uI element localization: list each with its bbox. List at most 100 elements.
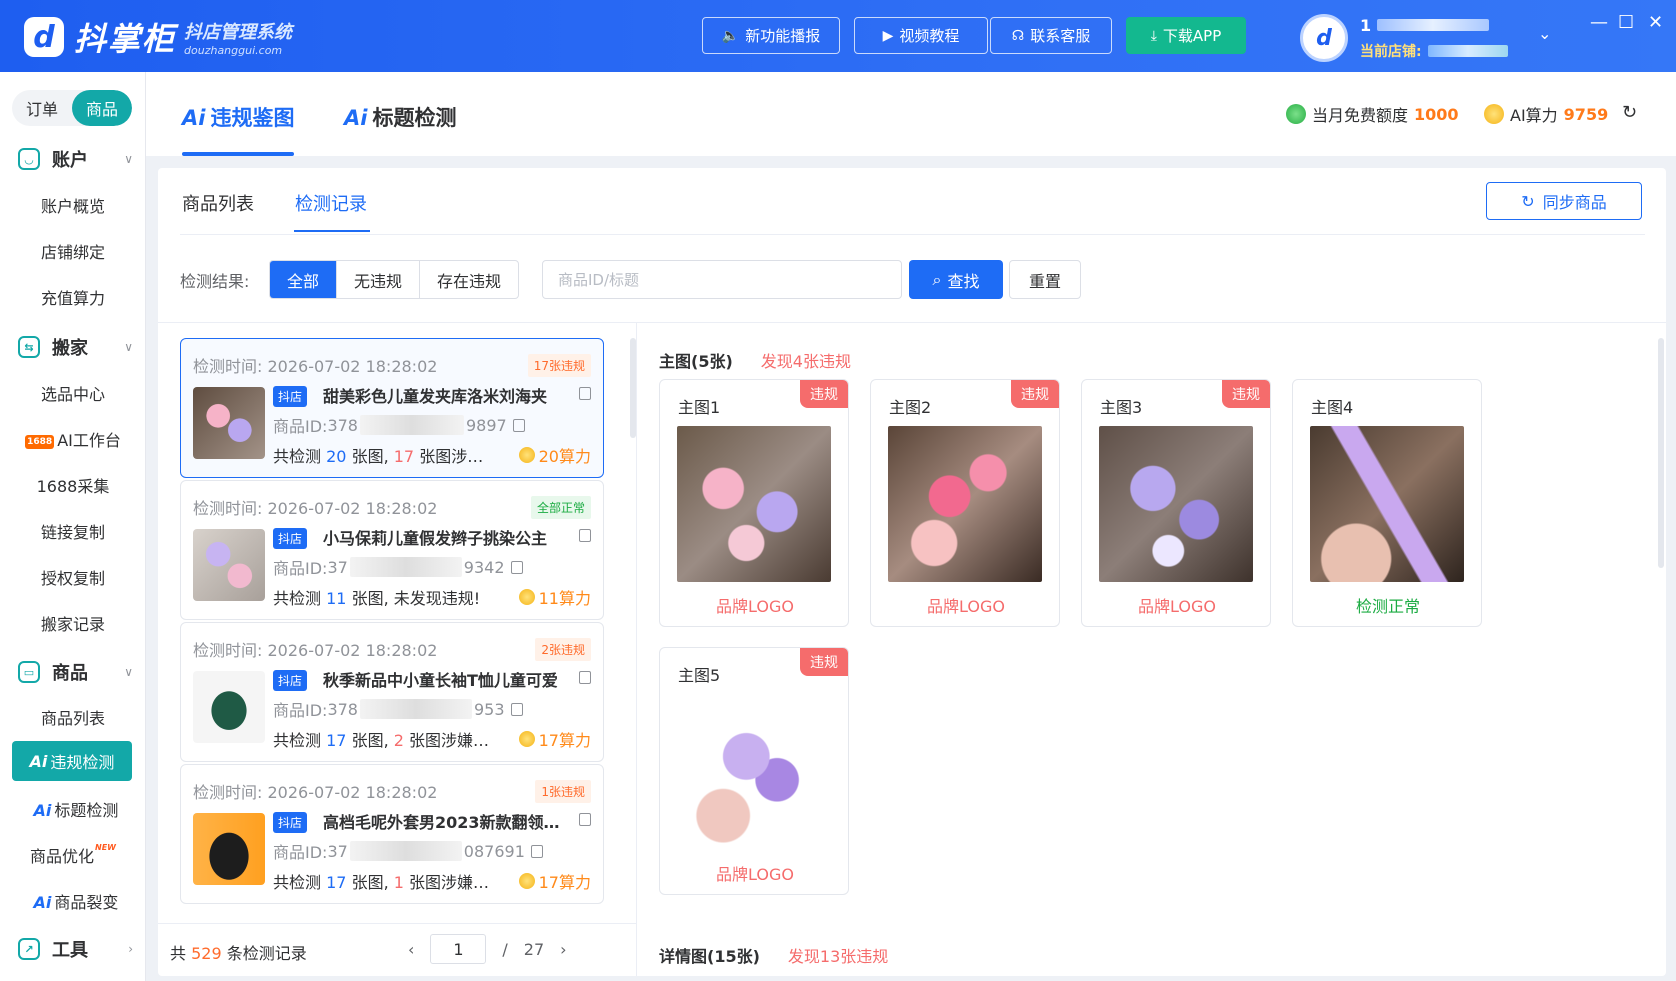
new-features-label: 新功能播报 [745,27,821,45]
tab-violation-image[interactable]: Ai 违规鉴图 [182,102,294,132]
sidebar-group-label: 工具 [52,940,88,961]
filter-all[interactable]: 全部 [270,261,337,298]
user-menu[interactable]: d 1 当前店铺: [1300,14,1508,62]
contact-support-label: 联系客服 [1030,27,1091,45]
sidebar-item-auth-copy[interactable]: 授权复制 [0,565,146,589]
sidebar-item-selection-center[interactable]: 选品中心 [0,381,146,405]
power-coin-icon [518,447,535,463]
brand-sub: 抖店管理系统 douzhanggui.com [184,18,292,57]
app-window: d 抖掌柜 抖店管理系统 douzhanggui.com 🔈 新功能播报 ▶ 视… [0,0,1676,981]
sidebar-item-shop-binding[interactable]: 店铺绑定 [0,239,146,263]
account-icon: ◡ [18,148,40,170]
sidebar-item-recharge[interactable]: 充值算力 [0,285,146,309]
switch-orders[interactable]: 订单 [12,90,72,126]
subtab-product-list[interactable]: 商品列表 [182,190,254,216]
sidebar-group-product[interactable]: ▭ 商品 ∨ [18,659,133,685]
sidebar-item-move-records[interactable]: 搬家记录 [0,611,146,635]
copy-icon[interactable] [579,387,591,400]
product-thumbnail [193,529,265,601]
image-result: 检测正常 [1355,597,1420,616]
ai-icon: Ai [33,801,52,820]
reset-button[interactable]: 重置 [1009,260,1081,299]
page-input[interactable]: 1 [430,934,487,964]
image-result-card[interactable]: 主图4 检测正常 [1292,379,1482,627]
image-result-card[interactable]: 主图5 违规 品牌LOGO [659,647,849,895]
sidebar-item-product-optimize[interactable]: 商品优化NEW [0,843,146,867]
new-features-button[interactable]: 🔈 新功能播报 [702,17,840,54]
current-shop-label: 当前店铺: [1360,43,1422,60]
search-button[interactable]: ⌕ 查找 [909,260,1003,299]
sidebar-item-label: 违规检测 [50,753,115,772]
next-page-icon[interactable]: › [560,940,566,959]
status-badge: 1张违规 [535,780,591,803]
video-tutorial-label: 视频教程 [899,27,960,45]
image-result: 品牌LOGO [716,865,794,884]
maximize-icon[interactable]: ☐ [1618,12,1634,33]
order-product-switch: 订单 商品 [12,90,132,126]
video-tutorial-button[interactable]: ▶ 视频教程 [854,17,988,54]
search-input[interactable]: 商品ID/标题 [542,260,902,299]
sidebar-group-tools[interactable]: ↗ 工具 › [18,936,133,962]
copy-icon[interactable] [530,844,543,858]
copy-icon[interactable] [510,702,523,716]
record-card[interactable]: 检测时间: 2026-07-02 18:28:02 1张违规 抖店 高档毛呢外套… [180,764,604,904]
close-icon[interactable]: ✕ [1648,12,1663,33]
sidebar-group-account[interactable]: ◡ 账户 ∨ [18,146,133,172]
copy-icon[interactable] [579,529,591,542]
sidebar-item-product-list[interactable]: 商品列表 [0,705,146,729]
copy-icon[interactable] [579,671,591,684]
contact-support-button[interactable]: ☊ 联系客服 [990,17,1112,54]
sidebar-item-label: AI工作台 [57,431,121,450]
filter-no-violation[interactable]: 无违规 [336,261,419,298]
image-result-card[interactable]: 主图3 违规 品牌LOGO [1081,379,1271,627]
copy-icon[interactable] [579,813,591,826]
shop-badge: 抖店 [273,812,308,833]
detail-images-title: 详情图(15张) [659,947,760,966]
image-result-card[interactable]: 主图2 违规 品牌LOGO [870,379,1060,627]
subtab-detection-records[interactable]: 检测记录 [295,190,367,216]
tab-title-check[interactable]: Ai 标题检测 [344,102,456,132]
top-bar: d 抖掌柜 抖店管理系统 douzhanggui.com 🔈 新功能播报 ▶ 视… [0,0,1676,72]
sidebar-item-1688-collect[interactable]: 1688采集 [0,473,146,497]
shop-badge: 抖店 [273,386,308,407]
record-summary: 共检测 11 张图, 未发现违规! [273,589,481,608]
minimize-icon[interactable]: — [1590,12,1608,33]
record-card[interactable]: 检测时间: 2026-07-02 18:28:02 2张违规 抖店 秋季新品中小… [180,622,604,762]
sidebar-item-ai-workbench[interactable]: 1688 AI工作台 [0,427,146,451]
product-id: 商品ID: 37 087691 [273,839,543,863]
image-result-card[interactable]: 主图1 违规 品牌LOGO [659,379,849,627]
sidebar-group-move[interactable]: ⇆ 搬家 ∨ [18,334,133,360]
current-shop: 当前店铺: [1360,41,1508,61]
filter-has-violation[interactable]: 存在违规 [419,261,518,298]
record-card[interactable]: 检测时间: 2026-07-02 18:28:02 17张违规 抖店 甜美彩色儿… [180,338,604,478]
record-card[interactable]: 检测时间: 2026-07-02 18:28:02 全部正常 抖店 小马保莉儿童… [180,480,604,620]
tab-label: 违规鉴图 [210,106,295,130]
user-name-prefix: 1 [1360,15,1372,35]
move-icon: ⇆ [18,336,40,358]
sync-icon: ↻ [1521,191,1535,211]
active-tab-indicator [182,152,294,156]
violation-badge: 违规 [800,380,848,408]
refresh-icon[interactable]: ↻ [1622,102,1637,123]
copy-icon[interactable] [510,560,523,574]
sync-products-button[interactable]: ↻ 同步商品 [1486,182,1642,220]
record-time: 检测时间: 2026-07-02 18:28:02 [193,783,438,802]
main-images-header: 主图(5张) 发现4张违规 [659,348,851,372]
product-title: 甜美彩色儿童发夹库洛米刘海夹 [323,387,548,406]
sidebar-item-title-check[interactable]: Ai 标题检测 [0,797,146,821]
chevron-down-icon[interactable]: ⌄ [1538,24,1551,43]
result-filter: 全部 无违规 存在违规 [269,260,520,299]
total-pages: 27 [523,939,545,959]
sidebar-item-violation-check[interactable]: Ai 违规检测 [12,741,132,781]
sidebar-group-label: 账户 [52,150,88,171]
sidebar-item-label: 商品裂变 [54,893,119,912]
free-quota-value: 1000 [1414,104,1459,124]
sidebar-item-product-fission[interactable]: Ai 商品裂变 [0,889,146,913]
switch-products[interactable]: 商品 [72,90,132,126]
detail-scrollbar[interactable] [1658,338,1664,568]
prev-page-icon[interactable]: ‹ [408,940,414,959]
sidebar-item-link-copy[interactable]: 链接复制 [0,519,146,543]
download-app-button[interactable]: ⤓ 下载APP [1126,17,1246,54]
sidebar-item-account-overview[interactable]: 账户概览 [0,193,146,217]
copy-icon[interactable] [512,418,525,432]
